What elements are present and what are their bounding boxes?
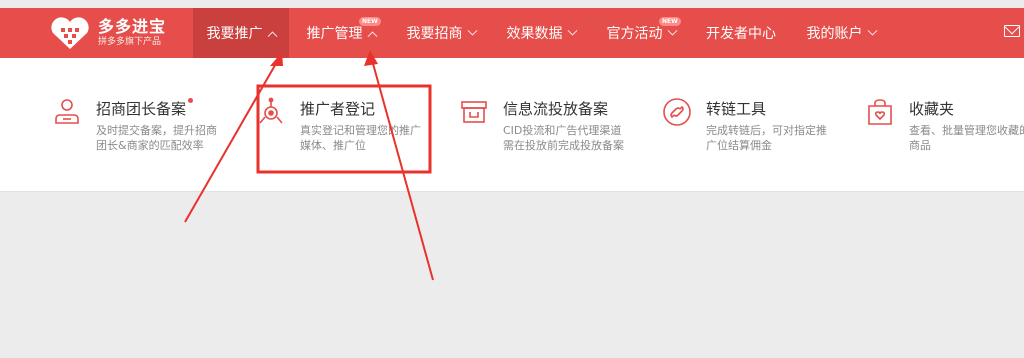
menu-item-description: 查看、批量管理您收藏的商品 (909, 124, 1024, 152)
nav-item-label: 推广管理 (306, 26, 363, 42)
nav-item-official-events[interactable]: 官方活动 NEW (593, 8, 689, 58)
new-badge: NEW (659, 17, 681, 26)
menu-item-description: 及时提交备案，提升招商团长&商家的匹配效率 (96, 124, 217, 152)
mail-icon[interactable] (1004, 25, 1020, 37)
bag-heart-icon (868, 99, 892, 125)
menu-item-description: 完成转链后，可对指定推广位结算佣金 (706, 124, 827, 152)
chevron-down-icon (867, 25, 877, 36)
nav-item-label: 官方活动 (606, 26, 663, 42)
menu-item-title: 招商团长备案 (96, 100, 187, 118)
brand-title: 多多进宝 (98, 16, 167, 36)
menu-item-title: 推广者登记 (300, 100, 376, 118)
chevron-down-icon (567, 25, 577, 36)
menu-item-feed-ad-registration[interactable]: 信息流投放备案 CID投流和广告代理渠道需在投放前完成投放备案 (459, 58, 659, 178)
menu-item-title: 转链工具 (706, 100, 767, 118)
chevron-down-icon (467, 25, 477, 36)
menu-item-link-conversion-tool[interactable]: 转链工具 完成转链后，可对指定推广位结算佣金 (662, 58, 862, 178)
person-id-icon (55, 99, 79, 124)
top-navigation-bar: 多多进宝 拼多多旗下产品 我要推广 推广管理 NEW 我要招商 效果数据 官方活… (0, 8, 1024, 58)
menu-item-promoter-registration[interactable]: 推广者登记 真实登记和管理您的推广媒体、推广位 (256, 58, 456, 178)
promote-dropdown-menu: 招商团长备案 及时提交备案，提升招商团长&商家的匹配效率 推广者登记 真实登记和… (0, 58, 1024, 192)
nav-item-my-account[interactable]: 我的账户 (793, 8, 889, 58)
nav-item-label: 效果数据 (506, 26, 563, 42)
logo-icon (51, 17, 89, 49)
new-badge: NEW (359, 17, 381, 26)
brand-logo[interactable]: 多多进宝 拼多多旗下产品 (48, 13, 178, 53)
chevron-up-icon (367, 30, 377, 41)
nav-item-label: 我的账户 (806, 26, 863, 42)
link-icon (663, 98, 691, 126)
nav-item-promotion-management[interactable]: 推广管理 NEW (293, 8, 389, 58)
nav-item-label: 我要推广 (206, 26, 263, 42)
nav-item-label: 我要招商 (406, 26, 463, 42)
nav-item-performance-data[interactable]: 效果数据 (493, 8, 589, 58)
menu-item-favorites[interactable]: 收藏夹 查看、批量管理您收藏的商品 (865, 58, 1024, 178)
menu-item-merchant-leader-registration[interactable]: 招商团长备案 及时提交备案，提升招商团长&商家的匹配效率 (52, 58, 252, 178)
menu-item-title: 收藏夹 (909, 100, 955, 118)
promoter-icon (259, 97, 283, 124)
menu-item-title: 信息流投放备案 (503, 100, 609, 118)
menu-item-description: CID投流和广告代理渠道需在投放前完成投放备案 (503, 124, 624, 152)
nav-item-developer-center[interactable]: 开发者中心 (693, 8, 789, 58)
menu-item-description: 真实登记和管理您的推广媒体、推广位 (300, 124, 421, 152)
brand-subtitle: 拼多多旗下产品 (98, 36, 162, 47)
nav-item-promote[interactable]: 我要推广 (193, 8, 289, 58)
inbox-icon (461, 101, 487, 123)
chevron-down-icon (667, 25, 677, 36)
nav-item-label: 开发者中心 (706, 26, 776, 42)
nav-item-merchant-recruitment[interactable]: 我要招商 (393, 8, 489, 58)
notification-dot (188, 98, 194, 103)
chevron-up-icon (267, 30, 277, 41)
